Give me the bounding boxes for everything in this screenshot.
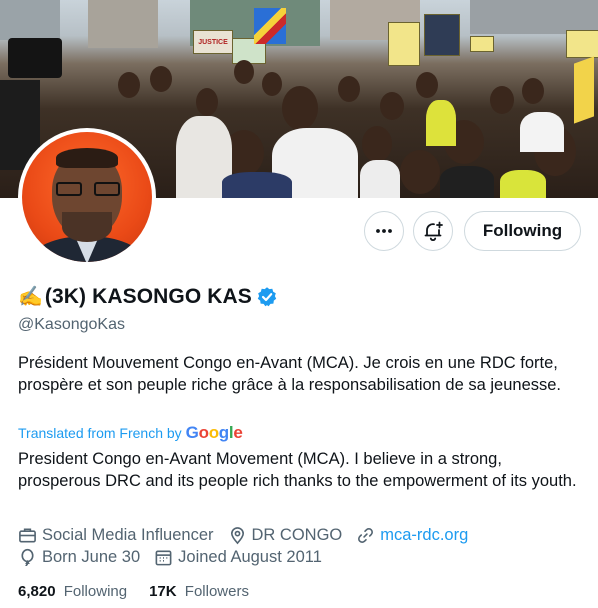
banner-person	[440, 166, 494, 198]
banner-person	[222, 172, 292, 198]
banner-person	[282, 86, 318, 130]
banner-sign	[470, 36, 494, 52]
banner-sign	[388, 22, 420, 66]
banner-person	[490, 86, 514, 114]
banner-person	[520, 112, 564, 152]
banner-sign	[566, 30, 598, 58]
profile-meta-row: Social Media Influencer DR CONGO mca-rdc…	[18, 526, 482, 545]
banner-person	[118, 72, 140, 98]
translation-label: Translated from French by	[18, 425, 182, 441]
profile-name: (3K) KASONGO KAS	[44, 284, 252, 308]
location-pin-icon	[230, 527, 244, 545]
briefcase-icon	[19, 528, 36, 543]
banner-person	[500, 170, 546, 198]
bio-original: Président Mouvement Congo en-Avant (MCA)…	[18, 354, 562, 394]
writing-hand-icon: ✍️	[18, 286, 43, 308]
joined-item: Joined August 2011	[154, 548, 322, 567]
balloon-icon	[21, 548, 34, 567]
followers-count: 17K	[149, 583, 177, 600]
follow-stats: 6,820 Following 17K Followers	[18, 583, 271, 600]
website-link[interactable]: mca-rdc.org	[380, 526, 468, 545]
banner-person	[522, 78, 544, 104]
google-logo: Google	[185, 423, 243, 442]
banner-building	[88, 0, 158, 48]
banner-building	[0, 0, 60, 40]
banner-flag	[254, 8, 286, 44]
calendar-icon	[155, 550, 172, 566]
profile-handle: @KasongoKas	[18, 316, 125, 333]
banner-person	[426, 100, 456, 146]
banner-person	[196, 88, 218, 116]
banner-person	[234, 60, 254, 84]
bell-plus-icon	[424, 221, 443, 241]
following-button[interactable]: Following	[464, 211, 581, 251]
profile-meta-row: Born June 30 Joined August 2011	[18, 548, 336, 567]
followers-label: Followers	[184, 583, 249, 600]
banner-person	[338, 76, 360, 102]
location-item: DR CONGO	[228, 526, 343, 545]
location-text: DR CONGO	[251, 526, 343, 544]
banner-flag	[574, 56, 594, 124]
website-item[interactable]: mca-rdc.org	[356, 526, 468, 545]
banner-person	[262, 72, 282, 96]
avatar-photo	[22, 132, 152, 262]
banner-person	[362, 126, 392, 162]
banner-person	[150, 66, 172, 92]
banner-person	[380, 92, 404, 120]
birthday-item: Born June 30	[18, 548, 140, 567]
avatar-beard	[62, 212, 112, 242]
followers-stat[interactable]: 17K Followers	[149, 583, 249, 600]
banner-camera	[8, 38, 62, 78]
following-count: 6,820	[18, 583, 56, 600]
avatar-glasses	[56, 182, 120, 196]
joined-text: Joined August 2011	[178, 548, 322, 566]
birthday-text: Born June 30	[42, 548, 141, 566]
more-button[interactable]	[364, 211, 404, 251]
verified-badge-icon[interactable]	[256, 286, 278, 308]
notifications-button[interactable]	[413, 211, 453, 251]
category-item: Social Media Influencer	[18, 526, 214, 545]
following-stat[interactable]: 6,820 Following	[18, 583, 127, 600]
avatar-hair	[56, 148, 118, 168]
following-label: Following	[63, 583, 128, 600]
more-horizontal-icon	[376, 229, 392, 233]
banner-person	[400, 150, 440, 194]
banner-building	[470, 0, 598, 34]
banner-sign: JUSTICE	[193, 30, 233, 54]
banner-person	[416, 72, 438, 98]
link-icon	[358, 528, 374, 543]
profile-avatar[interactable]	[18, 128, 156, 266]
category-text: Social Media Influencer	[42, 526, 214, 544]
translation-notice[interactable]: Translated from French by Google	[18, 423, 243, 443]
banner-person	[360, 160, 400, 198]
profile-name-row: ✍️ (3K) KASONGO KAS	[18, 284, 278, 309]
banner-sign	[424, 14, 460, 56]
bio-translated: President Congo en-Avant Movement (MCA).…	[18, 450, 577, 490]
